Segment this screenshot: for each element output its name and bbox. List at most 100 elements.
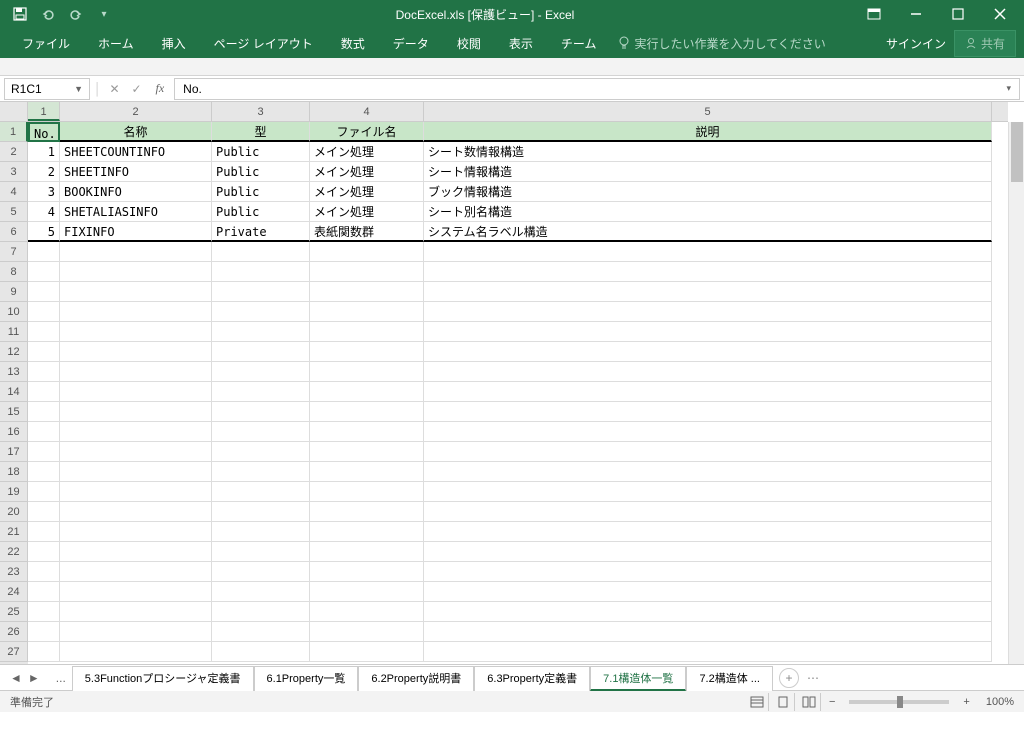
sheet-tab[interactable]: 6.2Property説明書 — [358, 666, 474, 691]
row-header[interactable]: 17 — [0, 442, 28, 462]
cell[interactable] — [28, 422, 60, 442]
cell[interactable] — [60, 622, 212, 642]
cell[interactable] — [60, 442, 212, 462]
zoom-out-button[interactable]: − — [825, 696, 839, 708]
cell[interactable] — [310, 642, 424, 662]
maximize-button[interactable] — [938, 0, 978, 28]
cell[interactable] — [60, 322, 212, 342]
cell[interactable]: SHEETCOUNTINFO — [60, 142, 212, 162]
cell[interactable] — [424, 602, 992, 622]
cell[interactable] — [28, 582, 60, 602]
view-normal-button[interactable] — [747, 693, 769, 711]
cell[interactable] — [28, 302, 60, 322]
cell[interactable] — [28, 262, 60, 282]
cell[interactable]: Public — [212, 142, 310, 162]
save-button[interactable] — [8, 2, 32, 26]
row-header[interactable]: 27 — [0, 642, 28, 662]
cell[interactable]: Public — [212, 202, 310, 222]
cell[interactable] — [424, 322, 992, 342]
cell[interactable]: Private — [212, 222, 310, 242]
cell[interactable] — [60, 302, 212, 322]
column-header[interactable]: 3 — [212, 102, 310, 121]
cell[interactable] — [28, 322, 60, 342]
cell[interactable] — [60, 362, 212, 382]
sheet-tab[interactable]: 6.1Property一覧 — [254, 666, 359, 691]
row-header[interactable]: 9 — [0, 282, 28, 302]
table-header-cell[interactable]: 説明 — [424, 122, 992, 142]
tab-nav-prev[interactable]: ◄ — [8, 671, 24, 685]
cell[interactable] — [310, 502, 424, 522]
signin-link[interactable]: サインイン — [886, 35, 946, 52]
cell[interactable] — [212, 322, 310, 342]
cell[interactable]: Public — [212, 162, 310, 182]
cell[interactable]: 5 — [28, 222, 60, 242]
ribbon-tab[interactable]: 校閲 — [443, 29, 495, 58]
zoom-slider-thumb[interactable] — [897, 696, 903, 708]
cell[interactable] — [60, 382, 212, 402]
cell[interactable]: 1 — [28, 142, 60, 162]
cell[interactable] — [310, 602, 424, 622]
cell[interactable] — [60, 582, 212, 602]
cell[interactable] — [60, 562, 212, 582]
cell[interactable]: 3 — [28, 182, 60, 202]
cell[interactable] — [310, 382, 424, 402]
cell[interactable] — [310, 402, 424, 422]
cell[interactable] — [424, 582, 992, 602]
cell[interactable] — [310, 462, 424, 482]
cell[interactable] — [310, 422, 424, 442]
tab-nav-next[interactable]: ► — [26, 671, 42, 685]
cell[interactable] — [424, 482, 992, 502]
cell[interactable] — [212, 562, 310, 582]
cell[interactable] — [424, 542, 992, 562]
cell[interactable]: 2 — [28, 162, 60, 182]
table-header-cell[interactable]: No. — [28, 122, 60, 142]
cell[interactable] — [28, 382, 60, 402]
row-header[interactable]: 11 — [0, 322, 28, 342]
ribbon-display-button[interactable] — [854, 0, 894, 28]
cell[interactable] — [310, 262, 424, 282]
cell[interactable] — [60, 422, 212, 442]
chevron-down-icon[interactable]: ▼ — [74, 84, 83, 94]
cell[interactable] — [310, 482, 424, 502]
table-header-cell[interactable]: 名称 — [60, 122, 212, 142]
cell[interactable] — [28, 602, 60, 622]
cell[interactable]: 表紙関数群 — [310, 222, 424, 242]
qat-customize-icon[interactable]: ▾ — [92, 2, 116, 26]
row-header[interactable]: 5 — [0, 202, 28, 222]
row-header[interactable]: 19 — [0, 482, 28, 502]
cell[interactable]: Public — [212, 182, 310, 202]
cell[interactable] — [310, 322, 424, 342]
cell[interactable] — [212, 642, 310, 662]
cell[interactable] — [28, 402, 60, 422]
view-page-layout-button[interactable] — [773, 693, 795, 711]
cell[interactable] — [424, 522, 992, 542]
column-header[interactable]: 1 — [28, 102, 60, 121]
cell[interactable] — [310, 302, 424, 322]
formula-bar[interactable]: No. ▾ — [174, 78, 1020, 100]
cell[interactable] — [212, 542, 310, 562]
cell[interactable]: SHETALIASINFO — [60, 202, 212, 222]
redo-button[interactable] — [64, 2, 88, 26]
cell[interactable] — [60, 262, 212, 282]
cell[interactable] — [424, 442, 992, 462]
vertical-scrollbar[interactable] — [1008, 122, 1024, 664]
cell[interactable] — [310, 362, 424, 382]
cell[interactable] — [310, 342, 424, 362]
chevron-down-icon[interactable]: ▾ — [1006, 83, 1011, 94]
name-box[interactable]: R1C1 ▼ — [4, 78, 90, 100]
row-header[interactable]: 26 — [0, 622, 28, 642]
cell[interactable] — [60, 602, 212, 622]
cell[interactable] — [60, 482, 212, 502]
cell[interactable] — [310, 562, 424, 582]
row-header[interactable]: 2 — [0, 142, 28, 162]
cell[interactable] — [212, 382, 310, 402]
cell[interactable] — [212, 502, 310, 522]
cell[interactable] — [310, 582, 424, 602]
ribbon-tab[interactable]: ファイル — [8, 29, 84, 58]
zoom-slider[interactable] — [849, 700, 949, 704]
table-header-cell[interactable]: ファイル名 — [310, 122, 424, 142]
cell[interactable] — [212, 262, 310, 282]
cell[interactable] — [28, 502, 60, 522]
row-header[interactable]: 6 — [0, 222, 28, 242]
cell[interactable]: シート別名構造 — [424, 202, 992, 222]
